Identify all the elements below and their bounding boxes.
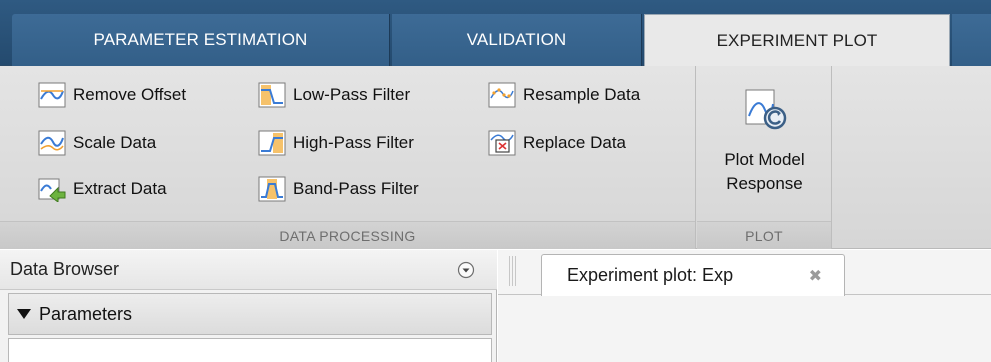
resample-data-label: Resample Data <box>523 85 641 104</box>
scale-data-button[interactable]: Scale Data <box>38 128 156 158</box>
data-browser-header: Data Browser <box>0 250 497 290</box>
plot-section-label: PLOT <box>697 221 831 249</box>
high-pass-filter-icon <box>258 130 286 156</box>
plot-model-response-line2: Response <box>726 174 803 193</box>
parameters-list <box>8 338 492 362</box>
document-tab-experiment-plot[interactable]: Experiment plot: Exp ✖ <box>541 254 845 296</box>
remove-offset-button[interactable]: Remove Offset <box>38 80 186 110</box>
extract-data-label: Extract Data <box>73 179 167 198</box>
ribbon: Remove Offset Scale Data Extract Data Lo… <box>0 66 991 249</box>
replace-data-label: Replace Data <box>523 133 627 152</box>
resample-data-icon <box>488 82 516 108</box>
data-processing-section-label: DATA PROCESSING <box>0 221 695 249</box>
high-pass-filter-label: High-Pass Filter <box>293 133 414 152</box>
data-browser-title: Data Browser <box>10 259 120 279</box>
tab-label: PARAMETER ESTIMATION <box>93 30 308 49</box>
band-pass-filter-icon <box>258 176 286 202</box>
plot-model-response-icon <box>745 89 786 130</box>
close-icon[interactable]: ✖ <box>809 266 822 286</box>
remove-offset-icon <box>38 82 66 108</box>
tab-overflow[interactable] <box>952 14 991 66</box>
remove-offset-label: Remove Offset <box>73 85 187 104</box>
extract-data-button[interactable]: Extract Data <box>38 174 167 204</box>
band-pass-filter-label: Band-Pass Filter <box>293 179 419 198</box>
parameters-label: Parameters <box>39 303 133 324</box>
tab-label: VALIDATION <box>466 30 567 49</box>
replace-data-button[interactable]: Replace Data <box>488 128 626 158</box>
low-pass-filter-label: Low-Pass Filter <box>293 85 411 104</box>
ribbon-empty-area <box>833 66 991 249</box>
plot-model-response-label: Plot Model Response <box>724 148 804 196</box>
parameters-section-header[interactable]: Parameters <box>8 293 492 335</box>
high-pass-filter-button[interactable]: High-Pass Filter <box>258 128 414 158</box>
resample-data-button[interactable]: Resample Data <box>488 80 640 110</box>
plot-model-response-button[interactable]: Plot Model Response <box>697 78 832 218</box>
drag-gripper-icon[interactable] <box>509 256 517 286</box>
panel-menu-icon[interactable] <box>457 261 475 279</box>
replace-data-icon <box>488 130 516 156</box>
data-processing-section: Remove Offset Scale Data Extract Data Lo… <box>0 66 696 249</box>
scale-data-label: Scale Data <box>73 133 157 152</box>
extract-data-icon <box>38 178 66 202</box>
tab-validation[interactable]: VALIDATION <box>392 14 642 66</box>
tab-parameter-estimation[interactable]: PARAMETER ESTIMATION <box>12 14 390 66</box>
tab-label: EXPERIMENT PLOT <box>716 31 878 50</box>
plot-section: Plot Model Response PLOT <box>697 66 832 249</box>
band-pass-filter-button[interactable]: Band-Pass Filter <box>258 174 419 204</box>
collapse-triangle-icon[interactable] <box>17 309 31 319</box>
plot-model-response-line1: Plot Model <box>724 150 805 169</box>
low-pass-filter-icon <box>258 82 286 108</box>
data-browser-panel: Data Browser Parameters <box>0 250 497 362</box>
tab-experiment-plot[interactable]: EXPERIMENT PLOT <box>644 14 950 67</box>
toolstrip-tabs: PARAMETER ESTIMATION VALIDATION EXPERIME… <box>0 0 991 67</box>
low-pass-filter-button[interactable]: Low-Pass Filter <box>258 80 410 110</box>
document-tab-title: Experiment plot: Exp <box>567 265 734 285</box>
scale-data-icon <box>38 130 66 156</box>
